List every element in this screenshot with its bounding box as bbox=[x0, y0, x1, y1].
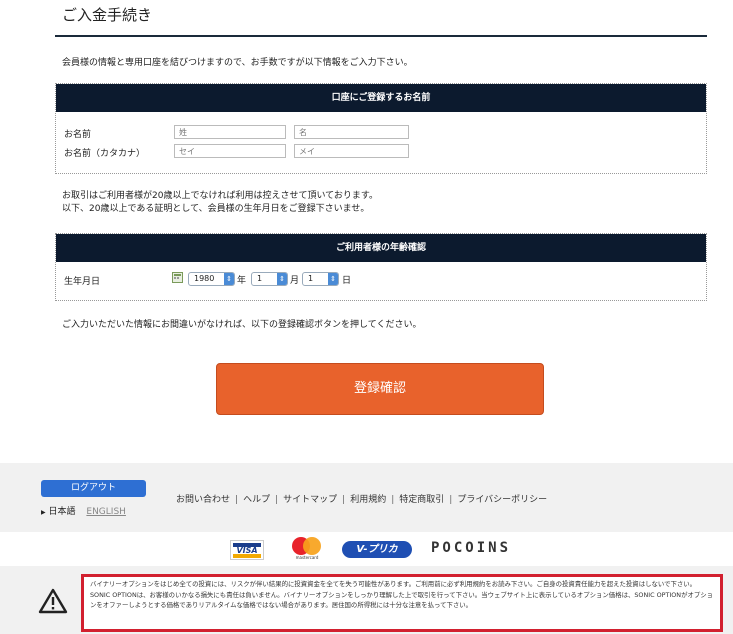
intro-text: 会員様の情報と専用口座を結びつけますので、お手数ですが以下情報をご入力下さい。 bbox=[62, 58, 413, 68]
separator: | bbox=[449, 495, 453, 505]
month-unit: 月 bbox=[290, 276, 300, 286]
age-section: ご利用者様の年齢確認 生年月日 1980 ⇕ 年 1 ⇕ 月 1 ⇕ 日 bbox=[55, 233, 707, 301]
birth-month-select[interactable]: 1 ⇕ bbox=[251, 272, 288, 286]
age-section-header: ご利用者様の年齢確認 bbox=[56, 234, 706, 262]
pocoins-text: POCOINS bbox=[431, 540, 512, 556]
confirm-note: ご入力いただいた情報にお間違いがなければ、以下の登録確認ボタンを押してください。 bbox=[62, 320, 422, 330]
mastercard-caption: mastercard bbox=[295, 555, 319, 560]
kana-row: お名前（カタカナ） bbox=[56, 143, 706, 160]
mastercard-logo: mastercard bbox=[292, 537, 322, 560]
birth-year-select[interactable]: 1980 ⇕ bbox=[188, 272, 235, 286]
first-name-input[interactable] bbox=[294, 125, 409, 139]
birthdate-row: 生年月日 1980 ⇕ 年 1 ⇕ 月 1 ⇕ 日 bbox=[56, 262, 706, 300]
day-updown-icon: ⇕ bbox=[328, 273, 338, 285]
language-switcher: ▶ 日本語 ENGLISH bbox=[41, 504, 126, 517]
birth-year-value: 1980 bbox=[194, 274, 215, 283]
confirm-registration-button[interactable]: 登録確認 bbox=[216, 363, 544, 415]
warning-icon bbox=[38, 588, 68, 618]
footer-link-commerce[interactable]: 特定商取引 bbox=[399, 495, 444, 505]
logout-button[interactable]: ログアウト bbox=[41, 480, 146, 497]
kana-label: お名前（カタカナ） bbox=[64, 149, 146, 159]
title-divider bbox=[55, 35, 707, 37]
year-updown-icon: ⇕ bbox=[224, 273, 234, 285]
age-note: お取引はご利用者様が20歳以上でなければ利用は控えさせて頂いております。 以下、… bbox=[62, 190, 378, 216]
pocoins-logo: POCOINS bbox=[431, 540, 511, 556]
mastercard-orange-circle bbox=[303, 537, 321, 555]
first-name-kana-input[interactable] bbox=[294, 144, 409, 158]
name-label: お名前 bbox=[64, 130, 92, 140]
footer-link-help[interactable]: ヘルプ bbox=[243, 495, 270, 505]
last-name-input[interactable] bbox=[174, 125, 286, 139]
name-section: 口座にご登録するお名前 お名前 お名前（カタカナ） bbox=[55, 83, 707, 174]
name-section-header: 口座にご登録するお名前 bbox=[56, 84, 706, 112]
calendar-icon[interactable] bbox=[172, 272, 183, 283]
birth-day-value: 1 bbox=[308, 274, 314, 283]
last-name-kana-input[interactable] bbox=[174, 144, 286, 158]
footer-link-privacy[interactable]: プライバシーポリシー bbox=[457, 495, 547, 505]
visa-stripe-bottom bbox=[233, 554, 261, 558]
page-title: ご入金手続き bbox=[62, 6, 153, 24]
footer-link-contact[interactable]: お問い合わせ bbox=[176, 495, 230, 505]
footer-links: お問い合わせ | ヘルプ | サイトマップ | 利用規約 | 特定商取引 | プライバシーポリシー bbox=[176, 492, 547, 505]
risk-warning-text: バイナリーオプションをはじめ全ての投資には、リスクが伴い結果的に投資資金を全てを… bbox=[81, 574, 723, 632]
visa-logo: VISA bbox=[230, 540, 264, 560]
birth-day-select[interactable]: 1 ⇕ bbox=[302, 272, 339, 286]
vpurika-logo: V-プリカ bbox=[342, 541, 412, 558]
footer-link-sitemap[interactable]: サイトマップ bbox=[283, 495, 337, 505]
year-unit: 年 bbox=[237, 276, 247, 286]
month-updown-icon: ⇕ bbox=[277, 273, 287, 285]
lang-ja-link[interactable]: 日本語 bbox=[49, 507, 76, 517]
day-unit: 日 bbox=[342, 276, 352, 286]
age-note-line2: 以下、20歳以上である証明として、会員様の生年月日をご登録下さいませ。 bbox=[62, 204, 370, 214]
deposit-page: ご入金手続き 会員様の情報と専用口座を結びつけますので、お手数ですが以下情報をご… bbox=[0, 0, 733, 634]
separator: | bbox=[391, 495, 395, 505]
age-note-line1: お取引はご利用者様が20歳以上でなければ利用は控えさせて頂いております。 bbox=[62, 191, 379, 201]
separator: | bbox=[275, 495, 279, 505]
separator: | bbox=[235, 495, 239, 505]
separator: | bbox=[342, 495, 346, 505]
lang-en-link[interactable]: ENGLISH bbox=[86, 507, 126, 517]
triangle-right-icon: ▶ bbox=[41, 509, 46, 516]
name-row: お名前 bbox=[56, 124, 706, 141]
birthdate-label: 生年月日 bbox=[64, 277, 101, 287]
footer-link-terms[interactable]: 利用規約 bbox=[350, 495, 386, 505]
birth-month-value: 1 bbox=[257, 274, 263, 283]
